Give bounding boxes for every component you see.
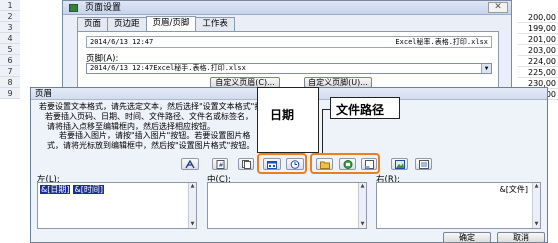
format-text-button[interactable] — [181, 158, 199, 170]
cancel-button[interactable]: 取消 — [497, 232, 545, 243]
page-number-icon: # — [216, 160, 224, 169]
page-setup-tabs: 页面 页边距 页眉/页脚 工作表 — [77, 16, 235, 31]
table-cell[interactable]: 224,00 — [518, 56, 558, 67]
footer-select-value: 2014/6/13 12:47Excel秘手.表格.打印.xlsx — [90, 64, 246, 72]
page-count-icon — [241, 160, 251, 169]
insert-page-number-button[interactable]: # — [212, 158, 228, 170]
instruction-line: 若要插入页码、日期、时间、文件路径、文件名或标签名， — [45, 111, 253, 121]
picture-icon — [394, 160, 405, 169]
instruction-line: 若要设置文本格式，请先选定文本，然后选择"设置文本格式"按钮。 — [39, 102, 279, 111]
path-callout-connector — [322, 109, 323, 153]
format-picture-button[interactable] — [415, 158, 432, 170]
header-preview-left: 2014/6/13 12:47 — [90, 38, 154, 46]
row-headers: 1 2 3 4 5 6 7 8 9 — [0, 0, 20, 99]
right-section-input[interactable]: &[文件] ▲ ▼ — [376, 182, 541, 229]
tab-sheet[interactable]: 工作表 — [195, 17, 235, 31]
file-field-code: &[文件] — [499, 185, 528, 194]
table-cell[interactable]: 225,00 — [518, 67, 558, 78]
table-cell[interactable]: 200,00 — [518, 12, 558, 23]
path-callout-label: 文件路径 — [336, 103, 385, 117]
header-preview-right: Excel秘率.表格.打印.xlsx — [395, 38, 488, 46]
instruction-line: 若要插入图片，请按"插入图片"按钮。若要设置图片格 — [59, 131, 251, 141]
row-header[interactable]: 7 — [0, 66, 20, 77]
format-text-icon — [185, 160, 195, 169]
center-section-input[interactable]: ▲ ▼ — [207, 182, 367, 229]
scrollbar[interactable]: ▲ ▼ — [358, 183, 366, 228]
row-header[interactable]: 1 — [0, 0, 20, 11]
table-cell[interactable]: 199,00 — [518, 23, 558, 34]
scroll-down-icon[interactable]: ▼ — [189, 221, 196, 228]
row-header[interactable]: 4 — [0, 33, 20, 44]
footer-select[interactable]: 2014/6/13 12:47Excel秘手.表格.打印.xlsx ▼ — [86, 63, 492, 74]
ok-button[interactable]: 确定 — [443, 232, 491, 243]
page-setup-title-bar: 页面设置 ✕ — [63, 1, 511, 15]
page-setup-title: 页面设置 — [85, 3, 122, 13]
row-header[interactable]: 6 — [0, 55, 20, 66]
path-buttons-highlight — [310, 153, 380, 174]
row-header[interactable]: 5 — [0, 44, 20, 55]
table-cell[interactable]: 201,00 — [518, 34, 558, 45]
chevron-down-icon[interactable]: ▼ — [481, 64, 491, 73]
row-header[interactable]: 9 — [0, 88, 20, 99]
scroll-up-icon[interactable]: ▲ — [359, 183, 366, 190]
insert-picture-button[interactable] — [391, 158, 408, 170]
header-preview: 2014/6/13 12:47 Excel秘率.表格.打印.xlsx — [86, 36, 492, 48]
row-header[interactable]: 2 — [0, 11, 20, 22]
tab-header-footer[interactable]: 页眉/页脚 — [145, 16, 197, 31]
excel-icon — [69, 4, 78, 12]
row-header[interactable]: 3 — [0, 22, 20, 33]
left-section-input[interactable]: &[日期] &[时间] ▲ ▼ — [37, 182, 197, 229]
scroll-up-icon[interactable]: ▲ — [533, 183, 540, 190]
page-setup-dialog: 页面设置 ✕ 页面 页边距 页眉/页脚 工作表 2014/6/13 12:47 Exc… — [62, 0, 512, 100]
date-field-code: &[日期] — [40, 185, 71, 194]
scroll-down-icon[interactable]: ▼ — [533, 221, 540, 228]
row-header[interactable]: 8 — [0, 77, 20, 88]
scroll-up-icon[interactable]: ▲ — [189, 183, 196, 190]
format-picture-icon — [418, 160, 429, 169]
time-field-code: &[时间] — [73, 185, 104, 194]
date-callout-label: 日期 — [270, 108, 295, 122]
path-callout-connector — [322, 109, 331, 110]
insert-page-count-button[interactable] — [238, 158, 254, 170]
scrollbar[interactable]: ▲ ▼ — [188, 183, 196, 228]
scrollbar[interactable]: ▲ ▼ — [532, 183, 540, 228]
close-button[interactable]: ✕ — [488, 2, 508, 13]
scroll-down-icon[interactable]: ▼ — [359, 221, 366, 228]
tab-margins[interactable]: 页边距 — [107, 17, 147, 31]
table-cell[interactable]: 203,00 — [518, 45, 558, 56]
instruction-line: 请将插入点移至编辑框内，然后选择相应按钮。 — [47, 121, 215, 131]
date-buttons-highlight — [257, 153, 307, 174]
tab-page[interactable]: 页面 — [77, 17, 109, 31]
instruction-line: 式，请将光标放到编辑框中，然后按"设置图片格式"按钮。 — [47, 141, 255, 151]
svg-text:#: # — [218, 162, 223, 169]
